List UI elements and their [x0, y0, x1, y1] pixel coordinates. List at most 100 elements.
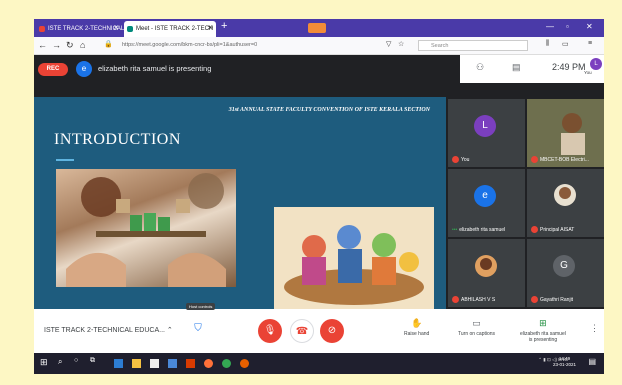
- library-icon[interactable]: ⫼: [546, 40, 549, 48]
- address-bar: ← → ↻ ⌂ 🔒 https://meet.google.com/bkm-cn…: [34, 37, 604, 55]
- search-placeholder: Search: [431, 43, 449, 49]
- participant-tile[interactable]: G Gayathri Ranjit: [527, 239, 604, 307]
- participant-tile[interactable]: L You: [448, 99, 525, 167]
- presenting-line2: is presenting: [528, 337, 558, 343]
- participant-name: You: [452, 156, 469, 163]
- edge-icon[interactable]: [114, 359, 123, 368]
- avatar[interactable]: L: [590, 58, 602, 70]
- leave-call-button[interactable]: ☎: [290, 319, 314, 343]
- home-icon[interactable]: ⌂: [80, 40, 85, 50]
- screen: ISTE TRACK 2-TECHNICAL EDUC ✕ Meet - IST…: [34, 19, 604, 374]
- chrome-icon[interactable]: [222, 359, 231, 368]
- photo-illustration: [66, 173, 226, 287]
- illustration: [284, 225, 424, 305]
- mic-muted-icon: [531, 296, 538, 303]
- speaking-icon: •••: [452, 227, 458, 233]
- reload-icon[interactable]: ↻: [66, 40, 74, 51]
- taskbar-date: 23-01-2021: [552, 362, 576, 367]
- search-icon[interactable]: ⌕: [58, 357, 62, 367]
- menu-icon[interactable]: ≡: [588, 40, 592, 47]
- taskbar-clock[interactable]: 14:49 23-01-2021: [553, 356, 576, 368]
- participant-tile[interactable]: ABHILASH V S: [448, 239, 525, 307]
- slide-photo-hands-blocks: [56, 169, 236, 287]
- firefox-alt-icon[interactable]: [240, 359, 249, 368]
- recording-badge: REC: [38, 63, 68, 76]
- back-icon[interactable]: ←: [38, 40, 47, 50]
- close-icon[interactable]: ✕: [113, 21, 119, 37]
- chevron-up-icon: ⌃: [166, 327, 173, 334]
- bookmark-star-icon[interactable]: ☆: [398, 40, 404, 48]
- host-controls-tooltip: Host controls: [186, 303, 216, 310]
- raise-hand-label: Raise hand: [404, 331, 430, 337]
- store-icon[interactable]: [150, 359, 159, 368]
- presenting-button[interactable]: ⊞ elizabeth rita samuel is presenting: [520, 318, 566, 343]
- slide-header: 31st ANNUAL STATE FACULTY CONVENTION OF …: [228, 107, 430, 113]
- close-icon[interactable]: ✕: [207, 21, 213, 37]
- firefox-icon[interactable]: [204, 359, 213, 368]
- minimize-button[interactable]: —: [546, 22, 554, 31]
- participant-tile[interactable]: e ••• elizabeth rita samuel: [448, 169, 525, 237]
- clock: 2:49 PM: [552, 62, 586, 72]
- forward-icon[interactable]: →: [52, 40, 61, 50]
- meet-icon: [127, 26, 133, 32]
- mic-muted-icon: [452, 156, 459, 163]
- extension-icon[interactable]: [308, 23, 326, 33]
- mic-muted-icon: [452, 296, 459, 303]
- tab-gmail[interactable]: ISTE TRACK 2-TECHNICAL EDUC ✕: [36, 21, 143, 37]
- participant-tile[interactable]: Principal AISAT: [527, 169, 604, 237]
- meeting-details-button[interactable]: ISTE TRACK 2-TECHNICAL EDUCA... ⌃: [44, 326, 173, 334]
- tab-label: Meet - ISTE TRACK 2-TECH: [136, 26, 214, 32]
- participant-name: Principal AISAT: [531, 226, 574, 233]
- mic-muted-icon: [531, 226, 538, 233]
- raise-hand-button[interactable]: ✋ Raise hand: [404, 318, 429, 337]
- meeting-controls-bar: ISTE TRACK 2-TECHNICAL EDUCA... ⌃ Host c…: [34, 303, 604, 353]
- slide-illustration-people: [274, 207, 434, 309]
- cortana-icon[interactable]: ○: [74, 357, 78, 364]
- sidebar-icon[interactable]: ▭: [562, 40, 569, 48]
- avatar: L: [474, 115, 496, 137]
- captions-button[interactable]: ▭ Turn on captions: [458, 318, 495, 337]
- chat-icon[interactable]: ▤: [512, 62, 521, 73]
- participant-name: ABHILASH V S: [452, 296, 495, 303]
- title-underline: [56, 159, 74, 161]
- mail-icon[interactable]: [168, 359, 177, 368]
- avatar: e: [474, 185, 496, 207]
- browser-tab-bar: ISTE TRACK 2-TECHNICAL EDUC ✕ Meet - IST…: [34, 19, 604, 37]
- search-field[interactable]: Search: [418, 40, 528, 51]
- lock-icon: 🔒: [104, 41, 113, 48]
- captions-label: Turn on captions: [458, 331, 496, 337]
- participant-name: ••• elizabeth rita samuel: [452, 227, 506, 233]
- participant-tile[interactable]: MBCET-BOB Electri...: [527, 99, 604, 167]
- camera-off-button[interactable]: ⊘: [320, 319, 344, 343]
- new-tab-button[interactable]: +: [221, 20, 227, 32]
- presenting-status: elizabeth rita samuel is presenting: [98, 64, 212, 73]
- rec-label: REC: [46, 66, 60, 72]
- powerpoint-icon[interactable]: [186, 359, 195, 368]
- more-options-icon[interactable]: ⋮: [590, 323, 599, 334]
- mic-muted-icon: [531, 156, 538, 163]
- presentation-slide: 31st ANNUAL STATE FACULTY CONVENTION OF …: [34, 97, 446, 309]
- explorer-icon[interactable]: [132, 359, 141, 368]
- windows-start-icon[interactable]: ⊞: [40, 357, 48, 368]
- url-field[interactable]: https://meet.google.com/bkm-cncr-bs/pli=…: [122, 40, 412, 51]
- meeting-info-panel: ⚇ ▤ 2:49 PM You L: [460, 55, 604, 83]
- task-view-icon[interactable]: ⧉: [90, 357, 95, 365]
- hand-icon: ✋: [411, 318, 423, 328]
- you-label: You: [584, 70, 592, 75]
- window-close-button[interactable]: ✕: [586, 22, 593, 31]
- participant-name: Gayathri Ranjit: [531, 296, 573, 303]
- captions-icon: ▭: [472, 318, 481, 328]
- meet-top-bar: REC e elizabeth rita samuel is presentin…: [34, 55, 604, 97]
- people-icon[interactable]: ⚇: [476, 62, 484, 73]
- mic-off-button[interactable]: 🎙: [258, 319, 282, 343]
- participants-grid: L You MBCET-BOB Electri... e ••• elizabet…: [446, 97, 604, 309]
- gmail-icon: [39, 26, 45, 32]
- tab-meet[interactable]: Meet - ISTE TRACK 2-TECH ✕: [124, 21, 216, 37]
- presenter-avatar: e: [76, 61, 92, 77]
- windows-taskbar: ⊞ ⌕ ○ ⧉ ⌃ ▮ ⊡ ◁) ENG 14:49 23-01-2021 ▤: [34, 353, 604, 374]
- maximize-button[interactable]: ▫: [566, 22, 569, 31]
- pocket-icon[interactable]: ▽: [386, 40, 391, 48]
- slide-title: INTRODUCTION: [54, 131, 181, 148]
- shield-icon[interactable]: ⛉: [192, 323, 204, 337]
- notifications-icon[interactable]: ▤: [588, 357, 596, 366]
